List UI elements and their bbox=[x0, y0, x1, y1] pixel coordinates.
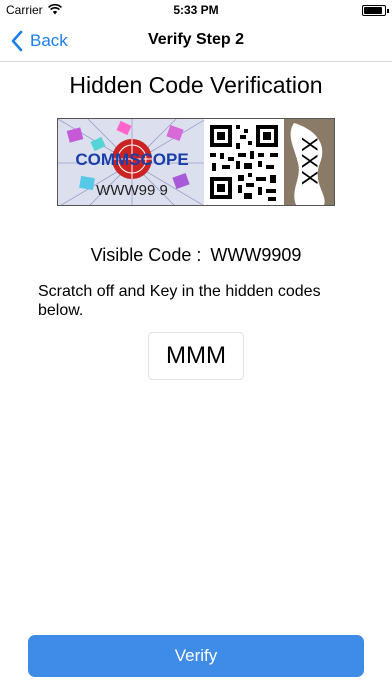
visible-code-row: Visible Code : WWW9909 bbox=[0, 245, 392, 266]
hidden-code-text: XXX bbox=[297, 136, 322, 188]
instruction-text: Scratch off and Key in the hidden codes … bbox=[38, 283, 321, 319]
nav-title: Verify Step 2 bbox=[147, 31, 245, 48]
page-title: Hidden Code Verification bbox=[69, 72, 323, 98]
visible-code-label: Visible Code : bbox=[90, 245, 202, 265]
clock: 5:33 PM bbox=[173, 3, 219, 17]
verify-button[interactable]: Verify bbox=[28, 635, 364, 677]
commscope-logo-panel: COMMSCOPE WWW99 9 bbox=[58, 119, 204, 205]
hologram-pattern: COMMSCOPE WWW99 9 bbox=[58, 119, 204, 205]
navigation-bar: Back Verify Step 2 bbox=[0, 20, 392, 62]
scratch-panel: XXX bbox=[284, 119, 334, 205]
logo-text: COMMSCOPE bbox=[75, 150, 188, 169]
qr-code-icon bbox=[204, 119, 284, 205]
hidden-code-input[interactable] bbox=[148, 332, 244, 380]
visible-code-value: WWW9909 bbox=[210, 245, 302, 265]
security-label-image: COMMSCOPE WWW99 9 XXX bbox=[57, 118, 335, 206]
battery-icon bbox=[362, 5, 389, 16]
serial-text: WWW99 9 bbox=[96, 182, 168, 199]
status-bar: Carrier 5:33 PM bbox=[0, 0, 392, 20]
